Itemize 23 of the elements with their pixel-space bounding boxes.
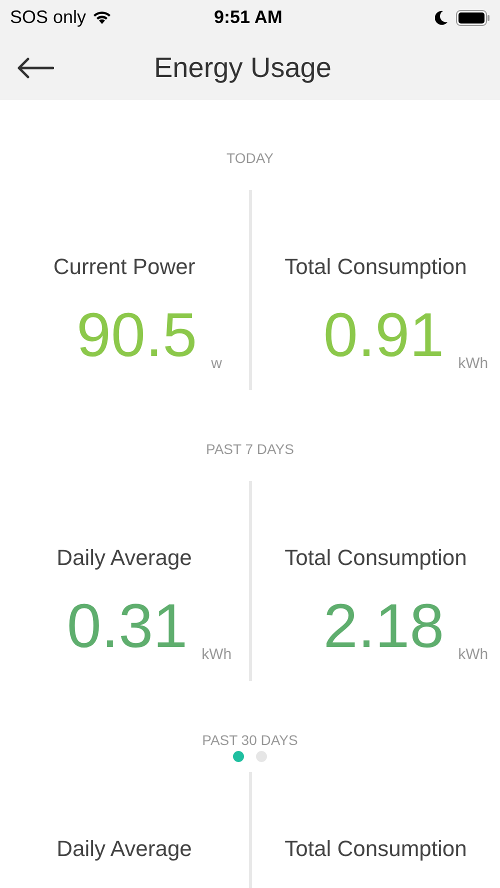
section-label: TODAY <box>226 148 274 168</box>
wifi-icon <box>92 10 112 25</box>
metric-label: Total Consumption <box>284 544 467 572</box>
metric-label: Daily Average <box>56 544 192 572</box>
unit-label: kWh <box>458 354 488 374</box>
section-label: PAST 7 DAYS <box>206 440 294 458</box>
carrier-text: SOS only <box>10 6 86 29</box>
unit-label: kWh <box>458 644 488 664</box>
battery-icon <box>456 10 490 26</box>
metric-label: Current Power <box>53 253 196 281</box>
metric-value: 90.5 <box>76 305 198 367</box>
metric-label: Total Consumption <box>284 253 467 281</box>
time-text: 9:51 AM <box>214 6 282 29</box>
section-label: PAST 30 DAYS <box>202 730 298 750</box>
unit-label: kWh <box>202 644 232 664</box>
metric-value: 2.18 <box>323 596 444 658</box>
metric-label: Total Consumption <box>284 835 467 863</box>
page-title: Energy Usage <box>154 50 332 85</box>
metric-value: 0.31 <box>66 596 188 658</box>
metric-value: 0.91 <box>323 305 444 367</box>
unit-label: w <box>211 354 222 374</box>
moon-icon <box>435 10 448 25</box>
metric-label: Daily Average <box>56 835 192 863</box>
